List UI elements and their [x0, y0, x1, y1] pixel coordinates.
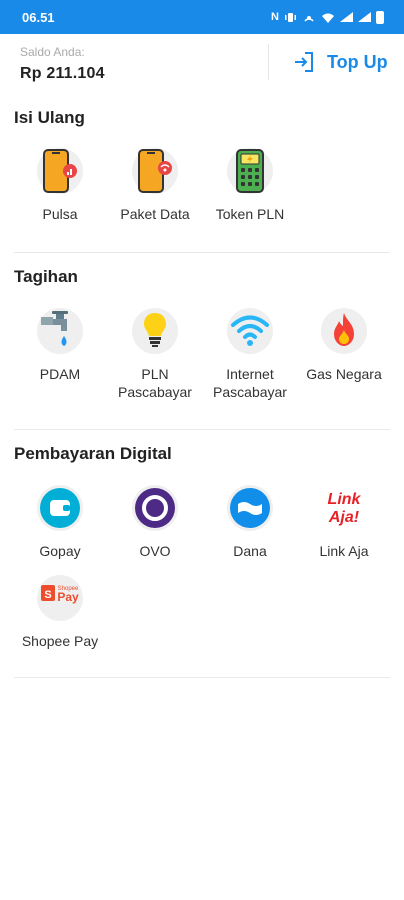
- service-pdam[interactable]: PDAM: [12, 308, 108, 383]
- svg-text:Link: Link: [328, 491, 362, 508]
- service-label: Pulsa: [42, 206, 78, 222]
- service-label: PLN Pascabayar: [118, 366, 192, 400]
- section-divider: [14, 429, 390, 430]
- ovo-logo-icon: [135, 488, 175, 528]
- svg-text:S: S: [44, 589, 51, 601]
- dana-logo-icon: [230, 488, 270, 528]
- service-label: Gas Negara: [306, 366, 382, 382]
- signal-icon-1: [340, 12, 353, 22]
- service-label: OVO: [139, 543, 171, 559]
- service-pulsa[interactable]: Pulsa: [12, 148, 108, 223]
- service-token-pln[interactable]: Token PLN: [202, 148, 298, 223]
- svg-text:Aja!: Aja!: [328, 509, 360, 526]
- balance-card: Saldo Anda: Rp 211.104 Top Up: [0, 34, 404, 94]
- section-divider: [14, 677, 390, 678]
- service-pln-pascabayar[interactable]: PLN Pascabayar: [107, 308, 203, 401]
- vibrate-icon: [285, 12, 296, 22]
- top-up-icon: [295, 52, 313, 72]
- service-label: Link Aja: [319, 543, 369, 559]
- section-title-tagihan: Tagihan: [14, 267, 78, 286]
- light-bulb-icon: [144, 313, 166, 347]
- wifi-status-icon: [322, 13, 334, 23]
- service-gas-negara[interactable]: Gas Negara: [296, 308, 392, 383]
- svg-text:Pay: Pay: [57, 590, 79, 604]
- service-label: Paket Data: [120, 206, 190, 222]
- section-title-isi-ulang: Isi Ulang: [14, 108, 85, 127]
- paket-data-icon: [138, 149, 172, 193]
- pulsa-icon: [43, 149, 77, 193]
- service-label: PDAM: [39, 366, 81, 382]
- service-shopee-pay[interactable]: S Shopee Pay Shopee Pay: [12, 575, 108, 650]
- vertical-divider: [268, 44, 269, 80]
- shopee-pay-logo-icon: S Shopee Pay: [41, 585, 79, 604]
- service-dana[interactable]: Dana: [202, 485, 298, 560]
- link-aja-logo-icon: Link Aja!: [328, 491, 362, 526]
- service-internet-pascabayar[interactable]: Internet Pascabayar: [202, 308, 298, 401]
- service-ovo[interactable]: OVO: [107, 485, 203, 560]
- service-label: Shopee Pay: [21, 633, 99, 649]
- battery-icon: [376, 10, 384, 24]
- service-label: Internet Pascabayar: [213, 366, 287, 400]
- hotspot-icon: [304, 15, 314, 22]
- balance-label: Saldo Anda:: [20, 45, 85, 59]
- service-label: Gopay: [39, 543, 81, 559]
- section-divider: [14, 252, 390, 253]
- nfc-icon: N: [271, 11, 279, 23]
- water-tap-icon: [41, 311, 68, 346]
- wifi-icon: [231, 315, 269, 346]
- flame-icon: [334, 313, 354, 346]
- status-bar: 06.51 N: [0, 0, 404, 34]
- status-time: 06.51: [22, 9, 55, 25]
- service-label: Token PLN: [215, 206, 285, 222]
- service-label: Dana: [233, 543, 267, 559]
- token-pln-icon: [236, 149, 264, 193]
- signal-icon-2: [358, 12, 371, 22]
- top-up-label: Top Up: [327, 51, 388, 72]
- status-icons: N: [271, 10, 384, 24]
- service-paket-data[interactable]: Paket Data: [107, 148, 203, 223]
- top-up-button[interactable]: Top Up: [292, 50, 388, 74]
- balance-amount: Rp 211.104: [20, 65, 105, 82]
- section-title-pembayaran-digital: Pembayaran Digital: [14, 444, 172, 463]
- service-link-aja[interactable]: Link Aja! Link Aja: [296, 485, 392, 560]
- gopay-logo-icon: [40, 488, 80, 528]
- service-gopay[interactable]: Gopay: [12, 485, 108, 560]
